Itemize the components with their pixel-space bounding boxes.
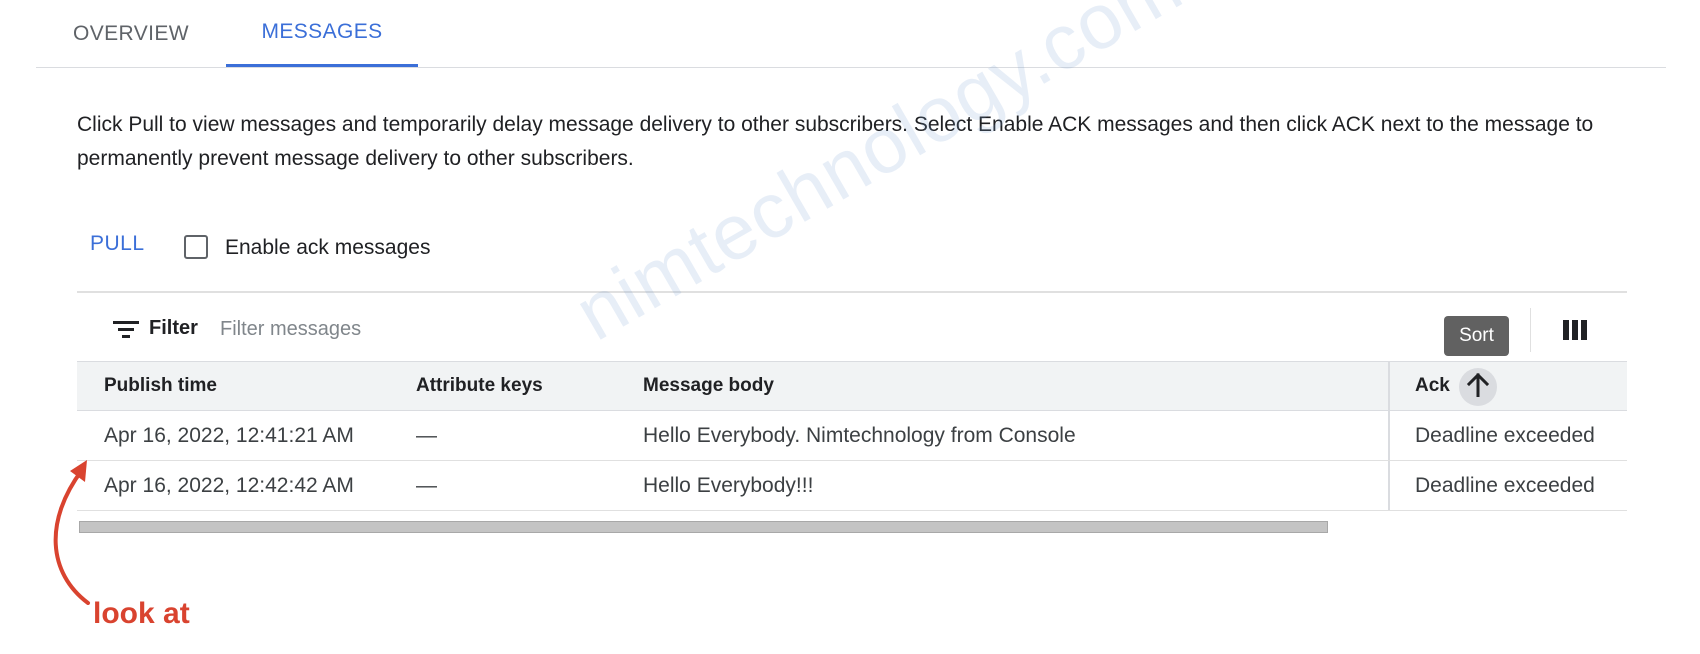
column-display-button[interactable]: [1562, 317, 1588, 343]
sort-tooltip: Sort: [1444, 316, 1509, 356]
curved-arrow-icon: [40, 455, 100, 610]
filter-toolbar: Filter Sort: [77, 291, 1627, 363]
enable-ack-label[interactable]: Enable ack messages: [225, 236, 430, 260]
sticky-column-divider: [1388, 362, 1390, 410]
table-row[interactable]: Apr 16, 2022, 12:41:21 AM — Hello Everyb…: [77, 411, 1627, 461]
columns-icon: [1562, 320, 1588, 347]
enable-ack-checkbox[interactable]: [184, 235, 208, 259]
annotation-label: look at: [93, 597, 190, 630]
tab-overview[interactable]: OVERVIEW: [36, 0, 226, 67]
arrow-up-icon: [1466, 372, 1490, 402]
message-body-cell: Hello Everybody!!!: [643, 473, 814, 497]
messages-table: Publish time Attribute keys Message body…: [77, 361, 1627, 511]
sticky-column-divider: [1388, 411, 1390, 460]
column-header-message-body[interactable]: Message body: [643, 362, 774, 410]
tab-bar: OVERVIEW MESSAGES: [36, 0, 1666, 68]
message-body-cell: Hello Everybody. Nimtechnology from Cons…: [643, 423, 1076, 447]
filter-button[interactable]: Filter: [113, 317, 198, 340]
messages-description: Click Pull to view messages and temporar…: [77, 113, 1594, 170]
filter-messages-input[interactable]: [218, 313, 822, 345]
publish-time-cell: Apr 16, 2022, 12:41:21 AM: [104, 423, 354, 447]
column-header-ack[interactable]: Ack: [1415, 362, 1450, 410]
attribute-keys-cell: —: [416, 423, 437, 447]
filter-label: Filter: [149, 317, 198, 339]
horizontal-scrollbar[interactable]: [79, 521, 1328, 533]
column-header-publish-time[interactable]: Publish time: [104, 362, 217, 410]
publish-time-cell: Apr 16, 2022, 12:42:42 AM: [104, 473, 354, 497]
pull-button[interactable]: PULL: [90, 232, 145, 256]
column-header-attribute-keys[interactable]: Attribute keys: [416, 362, 543, 410]
toolbar-divider: [1530, 308, 1531, 352]
attribute-keys-cell: —: [416, 473, 437, 497]
filter-icon: [113, 319, 139, 339]
tab-messages[interactable]: MESSAGES: [226, 0, 418, 67]
ack-status-cell: Deadline exceeded: [1415, 423, 1595, 447]
ack-status-cell: Deadline exceeded: [1415, 473, 1595, 497]
table-header: Publish time Attribute keys Message body…: [77, 361, 1627, 411]
sticky-column-divider: [1388, 461, 1390, 510]
sort-button[interactable]: [1459, 368, 1497, 406]
table-row[interactable]: Apr 16, 2022, 12:42:42 AM — Hello Everyb…: [77, 461, 1627, 511]
